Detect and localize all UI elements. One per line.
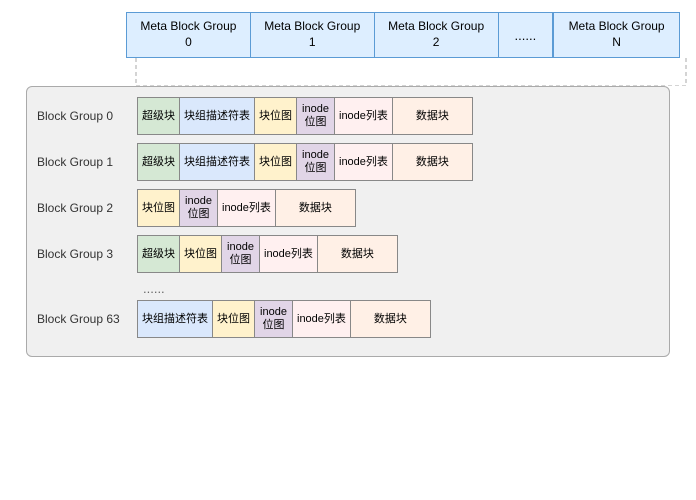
cell-blockdesc-1-1: 块组描述符表: [180, 143, 255, 181]
cell-inode-list-0-4: inode列表: [335, 97, 393, 135]
cell-blockmap-4-1: 块位图: [213, 300, 255, 338]
blocks-container-0: 超级块块组描述符表块位图inode位图inode列表数据块: [137, 97, 473, 135]
block-group-row-3: Block Group 3超级块块位图inode位图inode列表数据块: [37, 235, 655, 273]
main-panel: Block Group 0超级块块组描述符表块位图inode位图inode列表数…: [26, 86, 670, 357]
cell-blockmap-1-2: 块位图: [255, 143, 297, 181]
cell-blockmap-2-0: 块位图: [137, 189, 180, 227]
cell-superblock-1-0: 超级块: [137, 143, 180, 181]
cell-inode-map-2-1: inode位图: [180, 189, 218, 227]
blocks-container-4: 块组描述符表块位图inode位图inode列表数据块: [137, 300, 431, 338]
block-group-label-3: Block Group 3: [37, 247, 137, 261]
block-group-row-2: Block Group 2块位图inode位图inode列表数据块: [37, 189, 655, 227]
outer-container: Meta Block Group 0Meta Block Group 1Meta…: [0, 0, 696, 369]
block-group-row-4: Block Group 63块组描述符表块位图inode位图inode列表数据块: [37, 300, 655, 338]
cell-inode-list-2-2: inode列表: [218, 189, 276, 227]
meta-block-0: Meta Block Group 0: [126, 12, 251, 58]
cell-blockdesc-4-0: 块组描述符表: [137, 300, 213, 338]
meta-block-2: Meta Block Group 2: [375, 12, 499, 58]
cell-blockdesc-0-1: 块组描述符表: [180, 97, 255, 135]
block-group-label-4: Block Group 63: [37, 312, 137, 326]
meta-ellipsis: ......: [499, 12, 554, 58]
meta-block-row: Meta Block Group 0Meta Block Group 1Meta…: [126, 12, 680, 58]
meta-block-1: Meta Block Group 1: [251, 12, 375, 58]
cell-superblock-0-0: 超级块: [137, 97, 180, 135]
block-group-label-1: Block Group 1: [37, 155, 137, 169]
cell-data-4-4: 数据块: [351, 300, 431, 338]
ellipsis-row: ......: [37, 281, 655, 296]
block-group-label-2: Block Group 2: [37, 201, 137, 215]
cell-inode-map-3-2: inode位图: [222, 235, 260, 273]
cell-inode-list-3-3: inode列表: [260, 235, 318, 273]
cell-data-2-3: 数据块: [276, 189, 356, 227]
cell-inode-map-4-2: inode位图: [255, 300, 293, 338]
connector-area: [126, 58, 680, 86]
cell-data-3-4: 数据块: [318, 235, 398, 273]
block-group-row-0: Block Group 0超级块块组描述符表块位图inode位图inode列表数…: [37, 97, 655, 135]
blocks-container-2: 块位图inode位图inode列表数据块: [137, 189, 356, 227]
cell-superblock-3-0: 超级块: [137, 235, 180, 273]
cell-blockmap-3-1: 块位图: [180, 235, 222, 273]
block-group-label-0: Block Group 0: [37, 109, 137, 123]
cell-data-0-5: 数据块: [393, 97, 473, 135]
cell-inode-map-0-3: inode位图: [297, 97, 335, 135]
meta-block-3: Meta Block Group N: [553, 12, 680, 58]
cell-data-1-5: 数据块: [393, 143, 473, 181]
block-group-row-1: Block Group 1超级块块组描述符表块位图inode位图inode列表数…: [37, 143, 655, 181]
blocks-container-1: 超级块块组描述符表块位图inode位图inode列表数据块: [137, 143, 473, 181]
cell-inode-list-1-4: inode列表: [335, 143, 393, 181]
cell-inode-map-1-3: inode位图: [297, 143, 335, 181]
blocks-container-3: 超级块块位图inode位图inode列表数据块: [137, 235, 398, 273]
cell-blockmap-0-2: 块位图: [255, 97, 297, 135]
cell-inode-list-4-3: inode列表: [293, 300, 351, 338]
